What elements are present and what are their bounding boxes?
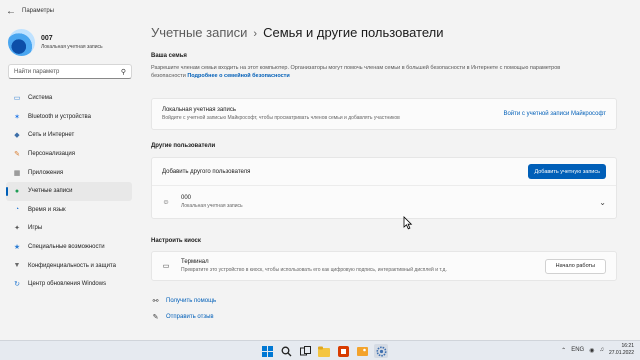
back-arrow-icon[interactable]: ← xyxy=(4,4,18,18)
mouse-cursor-icon xyxy=(403,216,413,230)
volume-icon[interactable]: ♫ xyxy=(599,347,604,353)
task-view-icon[interactable] xyxy=(298,344,312,358)
sidebar-item-label: Центр обновления Windows xyxy=(28,281,107,288)
family-section-title: Ваша семья xyxy=(151,53,187,59)
accessibility-icon: ★ xyxy=(13,244,21,252)
search-input[interactable]: Найти параметр ⚲ xyxy=(8,64,132,79)
shield-icon: ▼ xyxy=(13,262,21,270)
breadcrumb-separator: › xyxy=(253,28,258,40)
sidebar-item[interactable]: ✶ Bluetooth и устройства xyxy=(6,108,132,127)
user-profile[interactable]: 007 Локальная учетная запись xyxy=(0,22,140,56)
sidebar-item[interactable]: ★ Специальные возможности xyxy=(6,238,132,257)
sidebar-item[interactable]: ▼ Конфиденциальность и защита xyxy=(6,256,132,275)
person-icon: ☺ xyxy=(162,198,170,206)
globe-clock-icon: ◔ xyxy=(14,206,20,214)
avatar xyxy=(8,28,35,56)
sidebar-item-label: Персонализация xyxy=(28,151,76,158)
feedback-icon: ✎ xyxy=(152,313,159,321)
wifi-icon[interactable]: ◉ xyxy=(589,347,594,354)
file-explorer-icon[interactable] xyxy=(317,344,331,358)
title-bar: ← Параметры xyxy=(0,0,640,22)
feedback-link[interactable]: Отправить отзыв xyxy=(166,314,214,320)
sidebar-item-label: Время и язык xyxy=(28,206,66,213)
sidebar-item[interactable]: ▭ Система xyxy=(6,89,132,108)
sidebar-nav: ▭ Система ✶ Bluetooth и устройства ◆ Сеть и И… xyxy=(0,89,140,294)
user-name: 000 xyxy=(181,195,192,201)
user-account-type: Локальная учетная запись xyxy=(181,203,243,209)
microsoft-signin-link[interactable]: Войти с учетной записи Майкрософт xyxy=(503,111,606,117)
get-help-row[interactable]: ⚯ Получить помощь xyxy=(151,296,217,305)
sidebar-item[interactable]: ✦ Игры xyxy=(6,219,132,238)
chevron-up-icon[interactable]: ⌃ xyxy=(561,347,566,354)
kiosk-card-title: Терминал xyxy=(181,259,209,265)
sidebar-item[interactable]: ◔ Время и язык xyxy=(6,201,132,220)
apps-icon: ▦ xyxy=(13,169,21,177)
language-indicator[interactable]: ENG xyxy=(571,347,584,353)
clock-date: 27.01.2022 xyxy=(608,350,634,356)
chevron-down-icon[interactable]: ⌄ xyxy=(599,198,606,207)
sidebar-item[interactable]: ✎ Персонализация xyxy=(6,145,132,164)
sidebar: 007 Локальная учетная запись Найти парам… xyxy=(0,22,140,340)
family-card-subtitle: Войдите с учетной записью Майкрософт, чт… xyxy=(162,115,400,121)
family-description: Разрешите членам семьи входить на этот к… xyxy=(151,64,611,80)
sidebar-item-label: Игры xyxy=(28,225,43,232)
sidebar-item[interactable]: ↻ Центр обновления Windows xyxy=(6,275,132,294)
other-users-title: Другие пользователи xyxy=(151,143,216,149)
main-content: Учетные записи › Семья и другие пользова… xyxy=(140,22,640,340)
search-icon[interactable] xyxy=(279,344,293,358)
sidebar-item[interactable]: ◆ Сеть и Интернет xyxy=(6,126,132,145)
add-user-label: Добавить другого пользователя xyxy=(162,168,251,175)
sidebar-item-label: Bluetooth и устройства xyxy=(28,113,91,120)
family-card-title: Локальная учетная запись xyxy=(162,107,236,113)
clock[interactable]: 16:21 27.01.2022 xyxy=(609,343,634,357)
sidebar-item-label: Учетные записи xyxy=(28,188,73,195)
get-started-button[interactable]: Начало работы xyxy=(544,258,606,274)
sidebar-item-label: Конфиденциальность и защита xyxy=(28,262,116,269)
network-icon: ◆ xyxy=(14,132,20,140)
kiosk-card: ▭ Терминал Превратите это устройство в к… xyxy=(151,251,617,281)
person-icon: ● xyxy=(14,187,20,195)
sidebar-item-label: Система xyxy=(28,95,53,102)
profile-account-type: Локальная учетная запись xyxy=(41,43,103,50)
search-placeholder: Найти параметр xyxy=(14,68,60,75)
profile-name: 007 xyxy=(41,34,53,42)
photos-icon[interactable] xyxy=(355,344,369,358)
add-account-button[interactable]: Добавить учетную запись xyxy=(528,164,606,179)
sidebar-item-label: Сеть и Интернет xyxy=(28,132,75,139)
get-help-link[interactable]: Получить помощь xyxy=(166,298,216,304)
office-icon[interactable] xyxy=(336,344,350,358)
feedback-row[interactable]: ✎ Отправить отзыв xyxy=(151,312,214,321)
kiosk-monitor-icon: ▭ xyxy=(162,263,170,270)
search-icon: ⚲ xyxy=(120,68,126,76)
sidebar-item[interactable]: ● Учетные записи xyxy=(6,181,132,201)
kiosk-section-title: Настроить киоск xyxy=(151,238,201,244)
system-tray: ⌃ ENG ◉ ♫ 16:21 27.01.2022 xyxy=(561,343,634,357)
clock-time: 16:21 xyxy=(621,343,634,349)
family-account-card: Локальная учетная запись Войдите с учетн… xyxy=(151,98,617,130)
family-safety-link[interactable]: Подробнее о семейной безопасности xyxy=(187,73,289,79)
page-title: Семья и другие пользователи xyxy=(263,25,444,40)
sidebar-item-label: Специальные возможности xyxy=(28,244,105,251)
bluetooth-icon: ✶ xyxy=(14,113,20,121)
update-icon: ↻ xyxy=(14,281,20,289)
other-users-card: Добавить другого пользователя Добавить у… xyxy=(151,157,617,219)
sidebar-item[interactable]: ▦ Приложения xyxy=(6,163,132,182)
gamepad-icon: ✦ xyxy=(14,225,20,233)
monitor-icon: ▭ xyxy=(13,95,21,103)
breadcrumb: Учетные записи › Семья и другие пользова… xyxy=(151,25,640,45)
breadcrumb-parent[interactable]: Учетные записи xyxy=(151,25,247,40)
app-title: Параметры xyxy=(22,8,54,14)
help-icon: ⚯ xyxy=(152,297,159,305)
taskbar-apps xyxy=(260,344,388,358)
settings-icon[interactable] xyxy=(374,344,388,358)
windows-icon[interactable] xyxy=(260,344,274,358)
brush-icon: ✎ xyxy=(14,151,20,159)
user-row[interactable]: ☺ 000 Локальная учетная запись ⌄ xyxy=(152,186,616,218)
sidebar-item-label: Приложения xyxy=(28,169,64,176)
kiosk-card-subtitle: Превратите это устройство в киоск, чтобы… xyxy=(181,267,447,273)
taskbar: ⌃ ENG ◉ ♫ 16:21 27.01.2022 xyxy=(0,340,640,360)
add-user-row: Добавить другого пользователя Добавить у… xyxy=(152,158,616,186)
